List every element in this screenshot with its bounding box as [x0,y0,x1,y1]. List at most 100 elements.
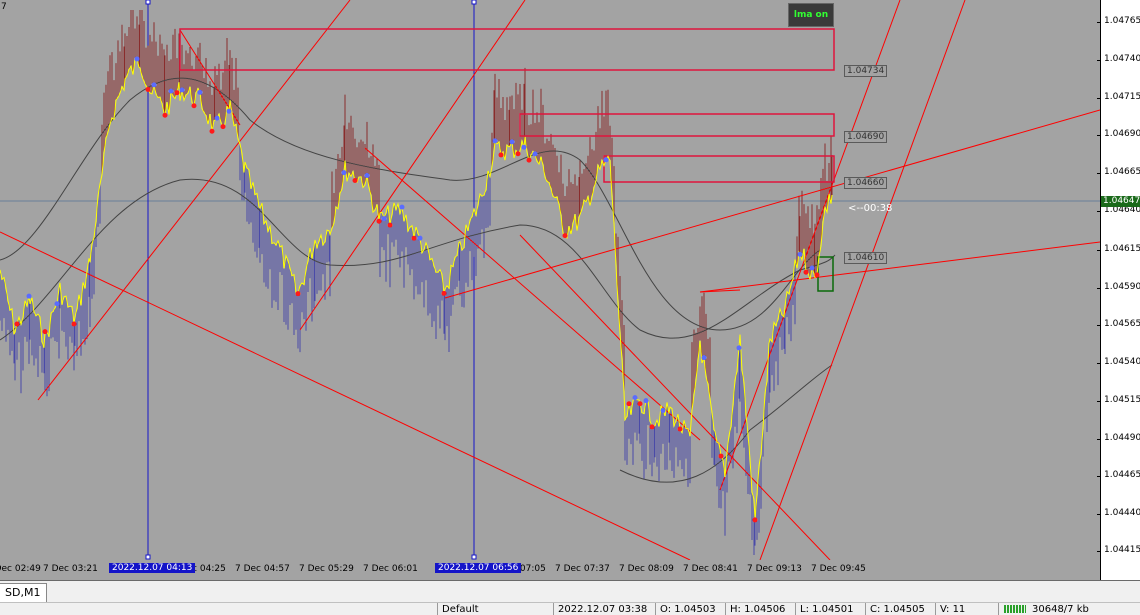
swing-point [191,103,197,109]
swing-point [387,222,393,228]
lma-toggle-button[interactable]: lma on [788,3,834,27]
connection-icon[interactable] [1004,605,1026,613]
swing-point [526,157,532,163]
trendline [759,0,966,560]
price-axis[interactable]: 1.04765 1.04740 1.04715 1.04690 1.04665 … [1097,0,1140,580]
level-label[interactable]: 1.04734 [844,65,888,77]
swing-point [521,144,527,150]
time-label: 7 Dec 06:01 [363,564,418,574]
swing-point [341,170,347,176]
swing-point [637,401,643,407]
time-label: 7 Dec 04:57 [235,564,290,574]
swing-point [376,218,382,224]
swing-point [660,407,666,413]
level-label[interactable]: 1.04660 [844,177,888,189]
status-profile[interactable]: Default [442,604,479,615]
status-traffic: 30648/7 kb [1032,604,1089,615]
time-label: 7 Dec 09:13 [747,564,802,574]
swing-point [295,291,301,297]
time-label: 7 Dec 09:45 [811,564,866,574]
trendline [37,0,351,401]
swing-point [809,265,815,271]
trendline [364,147,701,441]
time-label: 7 Dec 07:37 [555,564,610,574]
swing-point [399,204,405,210]
swing-point [509,139,515,145]
swing-point [632,395,638,401]
time-label: 7 Dec 08:09 [619,564,674,574]
status-close: C: 1.04505 [870,604,925,615]
swing-point [214,115,220,121]
swing-point [643,398,649,404]
status-open: O: 1.04503 [660,604,716,615]
swing-point [752,517,758,523]
swing-point [364,172,370,178]
swing-point [209,128,215,134]
vline-time-label: 2022.12.07 04:13 [109,563,196,573]
time-label: 7 Dec 05:29 [299,564,354,574]
trendline [0,231,691,560]
swing-point [803,269,809,275]
swing-point [797,251,803,257]
swing-point [197,89,203,95]
swing-point [71,321,77,327]
trendline [299,0,526,331]
swing-point [417,235,423,241]
price-chart[interactable] [0,0,1100,560]
bar-countdown: <--00:38 [848,203,893,214]
swing-point [626,401,632,407]
level-label[interactable]: 1.04690 [844,131,888,143]
trendline [699,241,1100,293]
trendline [519,234,831,560]
swing-point [174,90,180,96]
swing-point [562,233,568,239]
swing-point [441,290,447,296]
swing-point [26,293,32,299]
swing-points [14,56,820,523]
swing-point [411,235,417,241]
swing-point [145,86,151,92]
swing-point [134,56,140,62]
time-label: 7 Dec 03:21 [43,564,98,574]
swing-point [162,112,168,118]
status-bar: Default 2022.12.07 03:38 O: 1.04503 H: 1… [0,602,1140,615]
status-low: L: 1.04501 [800,604,854,615]
chart-title-fragment: 7 [1,2,7,12]
swing-point [168,88,174,94]
swing-point [179,87,185,93]
zone-box-2 [519,113,835,137]
status-volume: V: 11 [940,604,966,615]
swing-point [736,345,742,351]
swing-point [649,424,655,430]
swing-point [603,157,609,163]
histogram [0,10,833,555]
status-datetime: 2022.12.07 03:38 [558,604,648,615]
swing-point [352,178,358,184]
chart-tab-bar: SD,M1 [0,580,1140,603]
swing-point [381,216,387,222]
swing-point [54,301,60,307]
swing-point [532,151,538,157]
status-high: H: 1.04506 [730,604,786,615]
time-label: 7 Dec 02:49 [0,564,41,574]
vline-time-label: 2022.12.07 06:56 [435,563,522,573]
swing-point [718,453,724,459]
zone-box-3 [603,155,835,183]
swing-point [814,272,820,278]
swing-point [220,124,226,130]
moving-average-2 [0,77,821,331]
chart-area[interactable]: 1.04734 1.04690 1.04660 1.04610 lma on <… [0,0,1100,560]
chart-tab[interactable]: SD,M1 [0,583,48,603]
swing-point [42,329,48,335]
swing-point [498,152,504,158]
swing-point [14,321,20,327]
level-label[interactable]: 1.04610 [844,252,888,264]
current-price-marker: 1.04647 [1101,196,1140,207]
swing-point [492,138,498,144]
swing-point [151,82,157,88]
time-axis[interactable]: 7 Dec 02:49 7 Dec 03:21 7 Dec 04:25 7 De… [0,560,1100,580]
zone-box-1 [179,28,835,71]
time-label: 7 Dec 08:41 [683,564,738,574]
swing-point [226,108,232,114]
swing-point [701,355,707,361]
